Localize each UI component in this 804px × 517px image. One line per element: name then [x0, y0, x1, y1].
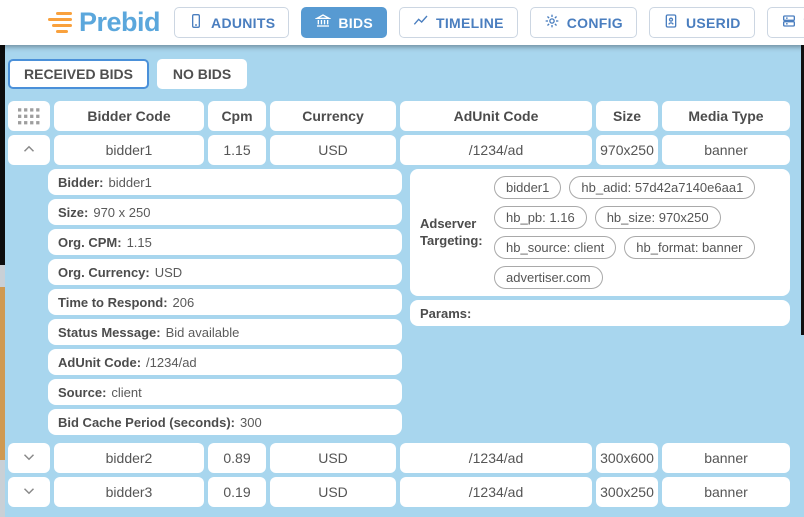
cell-size: 970x250 — [596, 135, 658, 165]
bid-detail-panel: Bidder:bidder1 Size:970 x 250 Org. CPM:1… — [8, 169, 790, 439]
bid-detail-fields: Bidder:bidder1 Size:970 x 250 Org. CPM:1… — [48, 169, 402, 439]
tab-bids[interactable]: BIDS — [301, 7, 387, 38]
header-media-type: Media Type — [662, 101, 790, 131]
cell-cpm: 0.89 — [208, 443, 266, 473]
navbar: Prebid ADUNITS BIDS TIMELINE CONFIG USER… — [0, 0, 804, 45]
targeting-chip: advertiser.com — [494, 266, 603, 289]
cell-size: 300x250 — [596, 477, 658, 507]
cell-cpm: 1.15 — [208, 135, 266, 165]
header-cpm: Cpm — [208, 101, 266, 131]
detail-status-message: Status Message:Bid available — [48, 319, 402, 345]
detail-adunit-code: AdUnit Code:/1234/ad — [48, 349, 402, 375]
cell-adunit-code: /1234/ad — [400, 443, 592, 473]
cell-size: 300x600 — [596, 443, 658, 473]
nav-tabs: ADUNITS BIDS TIMELINE CONFIG USERID TOOL… — [174, 7, 804, 38]
expand-row-button[interactable] — [8, 443, 50, 473]
header-adunit-code: AdUnit Code — [400, 101, 592, 131]
expand-row-button[interactable] — [8, 477, 50, 507]
subtab-no-bids[interactable]: NO BIDS — [157, 59, 247, 89]
subtab-received-bids[interactable]: RECEIVED BIDS — [8, 59, 149, 89]
bids-subtabs: RECEIVED BIDS NO BIDS — [8, 59, 790, 89]
column-drag-icon[interactable] — [8, 101, 50, 131]
header-currency: Currency — [270, 101, 396, 131]
adunits-phone-icon — [188, 13, 204, 32]
detail-bidder: Bidder:bidder1 — [48, 169, 402, 195]
prebid-logo-text: Prebid — [79, 7, 160, 38]
cell-media-type: banner — [662, 135, 790, 165]
cell-adunit-code: /1234/ad — [400, 135, 592, 165]
tools-stack-icon — [781, 13, 797, 32]
tab-config[interactable]: CONFIG — [530, 7, 637, 38]
prebid-logo-icon — [48, 12, 72, 33]
cell-media-type: banner — [662, 443, 790, 473]
cell-currency: USD — [270, 135, 396, 165]
bid-detail-targeting: Adserver Targeting: bidder1 hb_adid: 57d… — [410, 169, 790, 326]
table-row: bidder1 1.15 USD /1234/ad 970x250 banner — [8, 135, 790, 165]
chevron-down-icon — [20, 448, 38, 469]
tab-adunits[interactable]: ADUNITS — [174, 7, 289, 38]
table-header-row: Bidder Code Cpm Currency AdUnit Code Siz… — [8, 101, 790, 131]
targeting-chip: hb_source: client — [494, 236, 616, 259]
targeting-chip: hb_format: banner — [624, 236, 754, 259]
collapse-row-button[interactable] — [8, 135, 50, 165]
params-box: Params: — [410, 300, 790, 326]
cell-bidder-code: bidder2 — [54, 443, 204, 473]
targeting-chip: hb_size: 970x250 — [595, 206, 721, 229]
adserver-targeting-label: Adserver Targeting: — [420, 216, 488, 249]
userid-doc-icon — [663, 13, 679, 32]
config-gear-icon — [544, 13, 560, 32]
bids-bank-icon — [315, 13, 331, 32]
detail-org-cpm: Org. CPM:1.15 — [48, 229, 402, 255]
cell-bidder-code: bidder3 — [54, 477, 204, 507]
cell-bidder-code: bidder1 — [54, 135, 204, 165]
timeline-chart-icon — [413, 13, 429, 32]
detail-source: Source:client — [48, 379, 402, 405]
prebid-logo: Prebid — [48, 7, 160, 38]
targeting-chip: bidder1 — [494, 176, 561, 199]
detail-time-to-respond: Time to Respond:206 — [48, 289, 402, 315]
cell-currency: USD — [270, 443, 396, 473]
table-row: bidder3 0.19 USD /1234/ad 300x250 banner — [8, 477, 790, 507]
table-row: bidder2 0.89 USD /1234/ad 300x600 banner — [8, 443, 790, 473]
cell-adunit-code: /1234/ad — [400, 477, 592, 507]
tab-userid[interactable]: USERID — [649, 7, 755, 38]
tab-timeline[interactable]: TIMELINE — [399, 7, 518, 38]
targeting-chip: hb_pb: 1.16 — [494, 206, 587, 229]
detail-size: Size:970 x 250 — [48, 199, 402, 225]
header-size: Size — [596, 101, 658, 131]
detail-org-currency: Org. Currency:USD — [48, 259, 402, 285]
header-bidder-code: Bidder Code — [54, 101, 204, 131]
tab-tools[interactable]: TOOLS — [767, 7, 804, 38]
targeting-chips: bidder1 hb_adid: 57d42a7140e6aa1 hb_pb: … — [488, 176, 782, 289]
bids-panel: RECEIVED BIDS NO BIDS Bidder Code Cpm Cu… — [0, 45, 804, 507]
detail-bid-cache-period: Bid Cache Period (seconds):300 — [48, 409, 402, 435]
chevron-up-icon — [20, 140, 38, 161]
cell-currency: USD — [270, 477, 396, 507]
prebid-extension-popup: Prebid ADUNITS BIDS TIMELINE CONFIG USER… — [0, 0, 804, 517]
adserver-targeting-box: Adserver Targeting: bidder1 hb_adid: 57d… — [410, 169, 790, 296]
cell-cpm: 0.19 — [208, 477, 266, 507]
cell-media-type: banner — [662, 477, 790, 507]
targeting-chip: hb_adid: 57d42a7140e6aa1 — [569, 176, 755, 199]
chevron-down-icon — [20, 482, 38, 503]
